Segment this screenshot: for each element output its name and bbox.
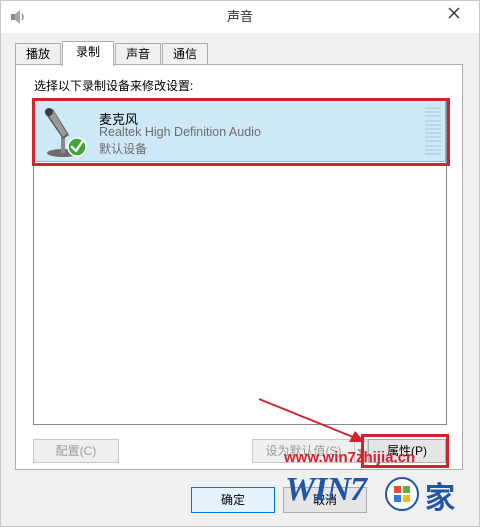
level-meter (425, 107, 441, 155)
instruction-text: 选择以下录制设备来修改设置: (34, 79, 194, 93)
check-badge-icon (67, 137, 87, 157)
device-description: Realtek High Definition Audio (99, 125, 261, 139)
device-status: 默认设备 (99, 142, 148, 156)
watermark-logo-text: WIN7 (285, 471, 367, 508)
title-bar: 声音 (1, 1, 479, 33)
microphone-icon (45, 108, 87, 157)
recording-panel: 选择以下录制设备来修改设置: 麦克风 Realtek High Definiti… (15, 64, 463, 470)
device-list[interactable]: 麦克风 Realtek High Definition Audio 默认设备 (32, 98, 450, 425)
tab-playback[interactable]: 播放 (15, 43, 61, 65)
device-item-microphone[interactable]: 麦克风 Realtek High Definition Audio 默认设备 (32, 98, 450, 166)
window-title: 声音 (226, 9, 253, 24)
tab-communications[interactable]: 通信 (162, 43, 208, 65)
configure-button[interactable]: 配置(C) (33, 439, 119, 463)
close-icon (448, 7, 460, 19)
sound-dialog: 声音 播放 录制 声音 通信 选择以下录制设备来修改设置: 麦克风 Realte… (0, 0, 480, 527)
tab-sounds[interactable]: 声音 (115, 43, 161, 65)
watermark-logo-suffix: 家 (425, 481, 455, 516)
ok-button[interactable]: 确定 (191, 487, 275, 513)
windows-logo-icon (385, 477, 419, 511)
watermark-url: www.win7zhijia.cn (284, 449, 416, 466)
watermark-logo: WIN7 家 (285, 471, 461, 517)
close-button[interactable] (437, 1, 471, 25)
tab-recording[interactable]: 录制 (62, 41, 114, 66)
